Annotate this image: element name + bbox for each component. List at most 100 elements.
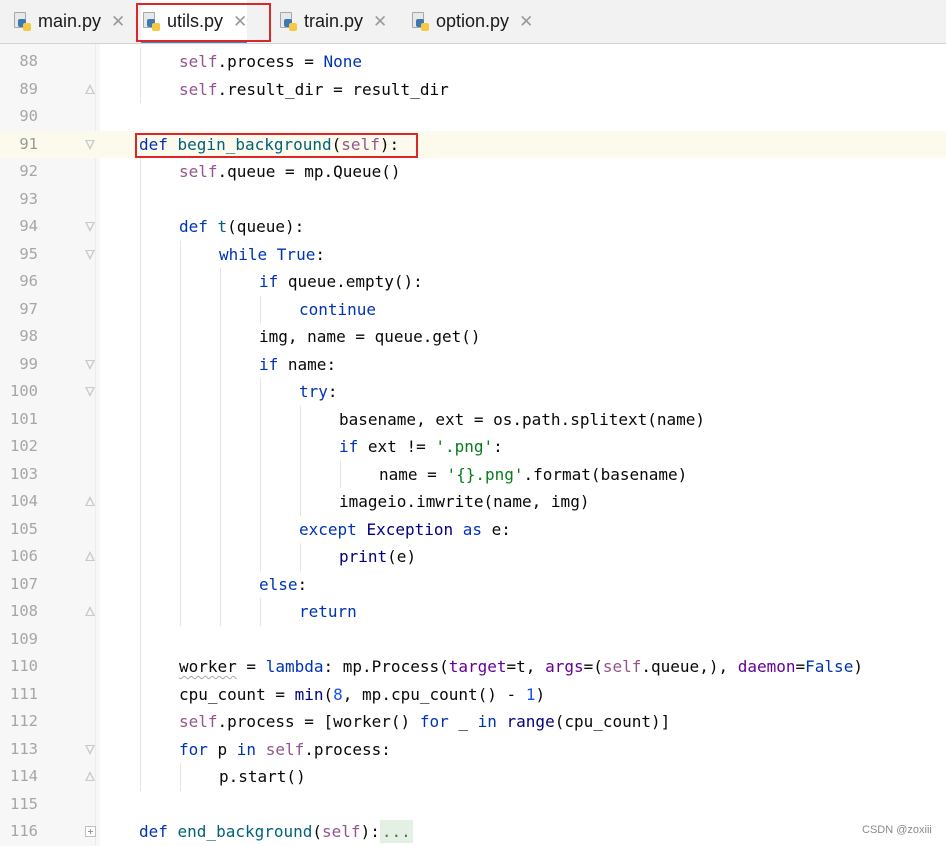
code-line[interactable]: 108 return <box>0 598 946 626</box>
code-text[interactable]: return <box>299 598 357 626</box>
code-line[interactable]: 103 name = '{}.png'.format(basename) <box>0 461 946 489</box>
editor-tab-bar: main.py ✕ utils.py ✕ train.py ✕ option.p… <box>0 0 946 44</box>
code-token: in <box>236 739 266 759</box>
code-line[interactable]: 94 def t(queue): <box>0 213 946 241</box>
code-token: name = <box>379 464 447 484</box>
code-token: : <box>297 574 308 594</box>
tab-option-py[interactable]: option.py ✕ <box>410 0 533 43</box>
code-line[interactable]: 100 try: <box>0 378 946 406</box>
code-line[interactable]: 112 self.process = [worker() for _ in ran… <box>0 708 946 736</box>
tab-train-py[interactable]: train.py ✕ <box>278 0 387 43</box>
code-line[interactable]: 106 print(e) <box>0 543 946 571</box>
fold-marker-icon[interactable] <box>85 606 96 617</box>
line-number: 96 <box>19 272 38 290</box>
code-line[interactable]: 90 <box>0 103 946 131</box>
fold-marker-icon[interactable] <box>85 744 96 755</box>
code-line[interactable]: 101 basename, ext = os.path.splitext(name… <box>0 406 946 434</box>
code-token: _ <box>458 712 478 731</box>
code-text[interactable]: continue <box>299 296 376 324</box>
close-tab-icon[interactable]: ✕ <box>519 12 533 32</box>
code-line[interactable]: 96 if queue.empty(): <box>0 268 946 296</box>
code-token: for <box>179 739 218 759</box>
fold-expand-icon[interactable] <box>85 826 96 837</box>
line-number: 109 <box>10 629 38 648</box>
code-token: self <box>179 79 218 99</box>
close-tab-icon[interactable]: ✕ <box>111 12 125 32</box>
code-line[interactable]: 93 <box>0 186 946 214</box>
code-text[interactable]: print(e) <box>339 543 416 571</box>
python-file-icon <box>12 11 32 32</box>
code-line[interactable]: 116 def end_background(self):... <box>0 818 946 846</box>
code-line[interactable]: 105 except Exception as e: <box>0 516 946 544</box>
code-text[interactable]: self.queue = mp.Queue() <box>179 158 401 186</box>
tab-main-py[interactable]: main.py ✕ <box>12 0 125 43</box>
code-line[interactable]: 104 imageio.imwrite(name, img) <box>0 488 946 516</box>
code-line[interactable]: 113 for p in self.process: <box>0 736 946 764</box>
line-number: 110 <box>10 657 38 675</box>
code-line[interactable]: 97 continue <box>0 296 946 324</box>
code-text[interactable]: worker = lambda: mp.Process(target=t, ar… <box>179 653 863 681</box>
code-line[interactable]: 98 img, name = queue.get() <box>0 323 946 351</box>
fold-marker-icon[interactable] <box>85 496 96 507</box>
indent-guide <box>140 158 141 791</box>
code-line[interactable]: 115 <box>0 791 946 819</box>
code-token: else <box>259 574 298 594</box>
code-line[interactable]: 111 cpu_count = min(8, mp.cpu_count() - 1… <box>0 681 946 709</box>
code-line[interactable]: 114 p.start() <box>0 763 946 791</box>
code-text[interactable]: if ext != '.png': <box>339 433 503 461</box>
code-line[interactable]: 89 self.result_dir = result_dir <box>0 76 946 104</box>
code-token: daemon <box>737 657 796 676</box>
code-text[interactable]: else: <box>259 571 307 599</box>
code-token: if <box>259 354 288 374</box>
python-file-icon <box>410 11 430 32</box>
fold-marker-icon[interactable] <box>85 359 96 370</box>
fold-marker-icon[interactable] <box>85 249 96 260</box>
tab-utils-py[interactable]: utils.py ✕ <box>141 0 248 43</box>
code-token: if <box>259 272 288 291</box>
code-line[interactable]: 107 else: <box>0 571 946 599</box>
close-tab-icon[interactable]: ✕ <box>233 12 247 32</box>
fold-marker-icon[interactable] <box>85 771 96 782</box>
code-text[interactable]: self.process = None <box>179 48 362 76</box>
code-token: Exception <box>366 519 454 539</box>
code-text[interactable]: basename, ext = os.path.splitext(name) <box>339 406 705 434</box>
code-text[interactable]: cpu_count = min(8, mp.cpu_count() - 1) <box>179 681 545 709</box>
code-line[interactable]: 92 self.queue = mp.Queue() <box>0 158 946 186</box>
code-text[interactable]: while True: <box>219 241 325 269</box>
fold-marker-icon[interactable] <box>85 221 96 232</box>
code-text[interactable]: self.process = [worker() for _ in range(… <box>179 708 670 736</box>
code-line[interactable]: 91 def begin_background(self): <box>0 130 946 159</box>
indent-guide <box>300 405 301 516</box>
code-text[interactable]: if queue.empty(): <box>259 268 423 296</box>
fold-marker-icon[interactable] <box>85 83 96 95</box>
code-line[interactable]: 109 <box>0 626 946 654</box>
fold-marker-icon[interactable] <box>85 139 96 150</box>
line-number: 112 <box>10 712 38 730</box>
code-text[interactable]: imageio.imwrite(name, img) <box>339 488 589 516</box>
code-line[interactable]: 99 if name: <box>0 351 946 379</box>
code-line[interactable]: 95 while True: <box>0 241 946 269</box>
code-text[interactable]: name = '{}.png'.format(basename) <box>379 461 687 489</box>
close-tab-icon[interactable]: ✕ <box>373 12 387 32</box>
code-line[interactable]: 88 self.process = None <box>0 48 946 76</box>
code-text[interactable]: if name: <box>259 351 336 379</box>
collapsed-code-placeholder[interactable]: ... <box>379 820 413 843</box>
code-token: 8 <box>333 684 343 704</box>
code-text[interactable]: img, name = queue.get() <box>259 323 481 351</box>
code-editor[interactable]: 88 self.process = None 89 self.result_dir =… <box>0 44 946 846</box>
fold-marker-icon[interactable] <box>85 386 96 397</box>
line-number: 89 <box>19 79 38 98</box>
code-text[interactable]: try: <box>299 378 338 406</box>
code-text[interactable]: self.result_dir = result_dir <box>179 76 449 104</box>
code-text[interactable]: def end_background(self):... <box>139 818 413 846</box>
code-text[interactable]: except Exception as e: <box>299 516 511 544</box>
code-line[interactable]: 102 if ext != '.png': <box>0 433 946 461</box>
code-token: None <box>323 52 363 71</box>
code-text[interactable]: def begin_background(self): <box>139 131 399 159</box>
code-text[interactable]: p.start() <box>219 763 306 791</box>
code-line[interactable]: 110 worker = lambda: mp.Process(target=t,… <box>0 653 946 681</box>
code-text[interactable]: for p in self.process: <box>179 736 391 764</box>
code-token: worker <box>179 657 237 676</box>
code-text[interactable]: def t(queue): <box>179 213 304 241</box>
fold-marker-icon[interactable] <box>85 551 96 562</box>
